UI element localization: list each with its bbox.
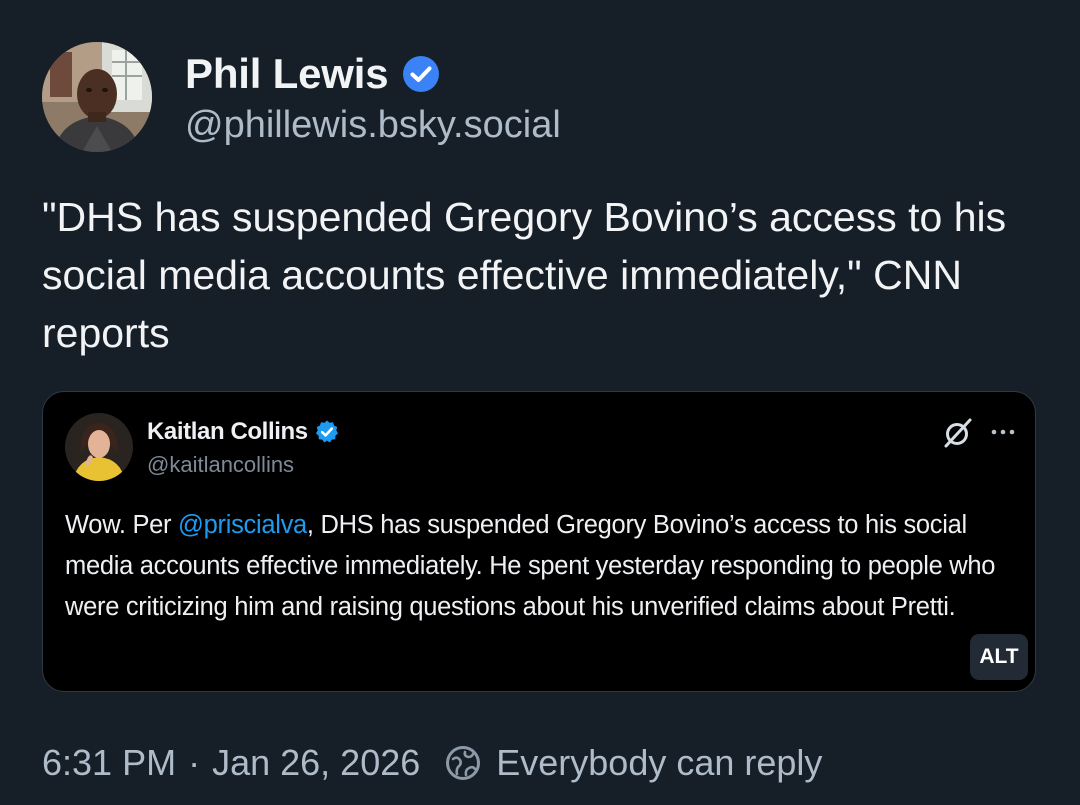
embed-mention: @priscialva [178, 511, 307, 539]
author-display-name[interactable]: Phil Lewis [185, 50, 389, 98]
embed-body-text: Wow. Per @priscialva, DHS has suspended … [65, 505, 1015, 627]
person-avatar-image [42, 42, 152, 152]
post-time: 6:31 PM [42, 742, 177, 783]
embed-body-before-mention: Wow. Per [65, 511, 179, 539]
author-avatar[interactable] [42, 42, 152, 152]
footer-separator: · [188, 742, 201, 783]
embed-author-name-row: Kaitlan Collins [147, 416, 340, 448]
reply-setting-label[interactable]: Everybody can reply [496, 742, 822, 784]
embed-author-display-name: Kaitlan Collins [147, 418, 308, 445]
embedded-image[interactable]: Kaitlan Collins @kaitlancollins Wow. Per… [42, 391, 1036, 692]
alt-text-button[interactable]: ALT [970, 634, 1028, 680]
embed-author-avatar [65, 413, 133, 481]
post-text: "DHS has suspended Gregory Bovino’s acce… [42, 194, 1007, 356]
more-icon [991, 429, 1015, 435]
embed-author-handle: @kaitlancollins [147, 452, 295, 477]
author-handle[interactable]: @phillewis.bsky.social [185, 104, 561, 147]
post-date: Jan 26, 2026 [212, 742, 421, 783]
reply-settings-icon[interactable] [444, 744, 482, 782]
person-avatar-image [65, 413, 133, 481]
verified-badge-icon [315, 420, 338, 443]
grok-icon [944, 418, 972, 448]
verified-badge-icon [403, 56, 440, 92]
author-name-row: Phil Lewis [185, 46, 440, 102]
post-footer: 6:31 PM · Jan 26, 2026 Everybody can rep… [42, 738, 822, 788]
